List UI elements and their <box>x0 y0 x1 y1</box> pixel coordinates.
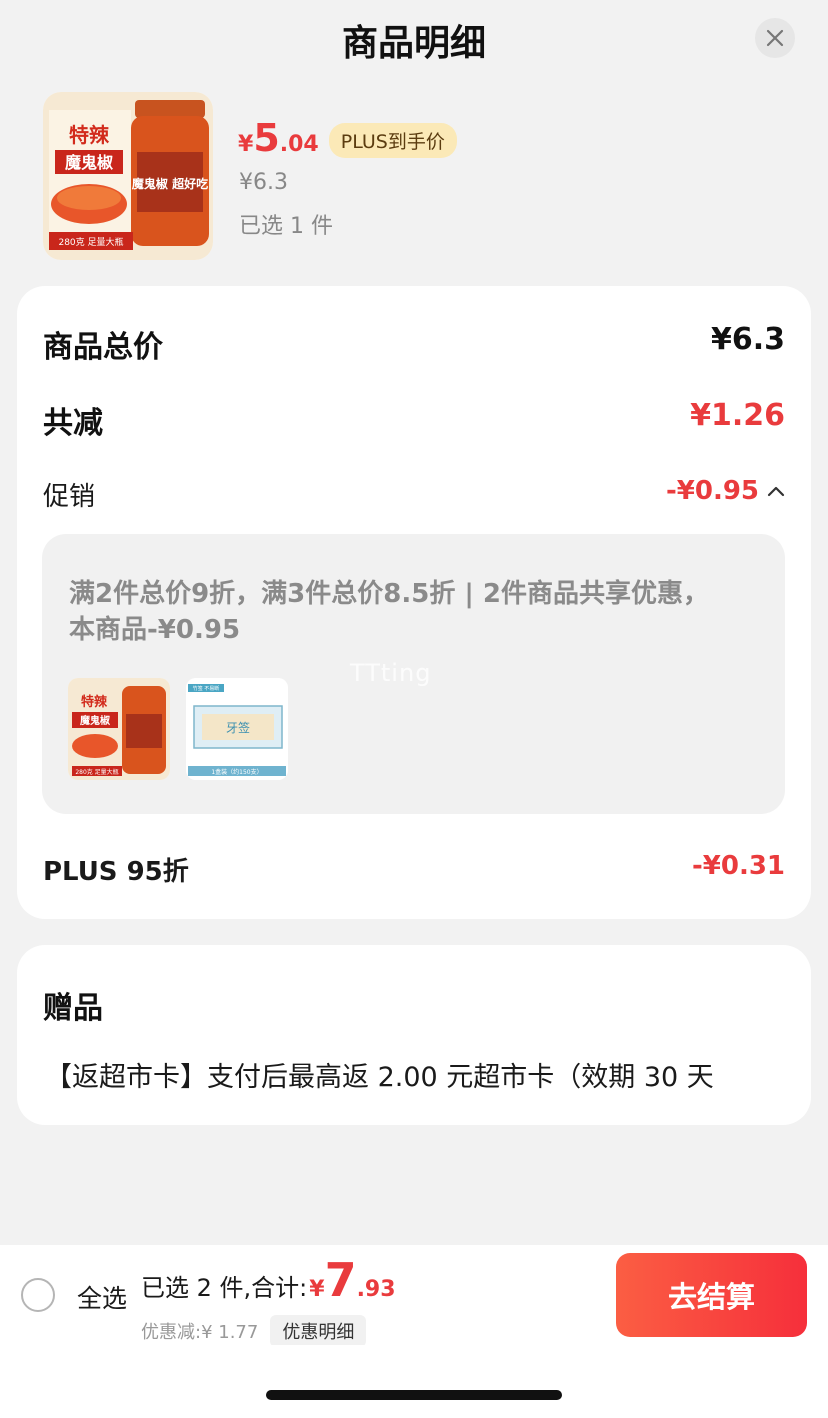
promo-item-toothpicks[interactable]: 竹签 不易断 牙签 1盒装（约150支） <box>186 678 288 780</box>
checkout-button[interactable]: 去结算 <box>616 1253 807 1337</box>
price-integer: 5 <box>253 116 280 160</box>
product-image: 特辣 魔鬼椒 魔鬼椒 超好吃 280克 足量大瓶 <box>43 92 213 260</box>
total-price-label: 商品总价 <box>43 330 163 365</box>
gift-title: 赠品 <box>43 991 103 1026</box>
total-price-value: ¥6.3 <box>710 322 785 357</box>
promo-value: -¥0.95 <box>665 476 759 506</box>
price-breakdown-card: 商品总价 ¥6.3 共减 ¥1.26 促销 -¥0.95 满2件总价9折，满3件… <box>17 286 811 919</box>
home-indicator[interactable] <box>266 1390 562 1400</box>
promo-item-caption: 280克 足量大瓶 <box>75 768 118 776</box>
promo-item-subtitle: 魔鬼椒 <box>80 714 111 727</box>
price-symbol: ¥ <box>238 132 254 157</box>
product-image-jar-label: 魔鬼椒 超好吃 <box>132 176 208 191</box>
product-image-caption: 280克 足量大瓶 <box>58 236 123 248</box>
promo-label: 促销 <box>43 482 96 512</box>
close-button[interactable] <box>755 18 795 58</box>
product-image-subtitle: 魔鬼椒 <box>65 153 113 172</box>
checkout-bar: 全选 已选 2 件,合计: ¥ 7 .93 优惠减:¥ 1.77 优惠明细 去结… <box>0 1245 828 1347</box>
selected-total: 已选 2 件,合计: ¥ 7 .93 <box>141 1253 396 1307</box>
promo-description: 满2件总价9折，满3件总价8.5折 | 2件商品共享优惠，本商品-¥0.95 <box>69 579 710 645</box>
home-indicator-area <box>0 1345 828 1418</box>
total-reduce-label: 共减 <box>43 406 103 441</box>
plus-price-tag: PLUS到手价 <box>328 122 457 158</box>
gift-description: 【返超市卡】支付后最高返 2.00 元超市卡（效期 30 天 <box>45 1062 714 1093</box>
promo-item-tag: 竹签 不易断 <box>193 685 220 692</box>
promo-item-label: 牙签 <box>226 720 250 735</box>
select-all-checkbox[interactable] <box>21 1278 55 1312</box>
discount-line: 优惠减:¥ 1.77 优惠明细 <box>141 1315 367 1347</box>
page-title: 商品明细 <box>341 23 486 64</box>
plus-price: ¥ 5 .04 PLUS到手价 <box>238 116 457 164</box>
selected-count: 已选 1 件 <box>239 214 333 239</box>
total-symbol: ¥ <box>309 1277 325 1302</box>
total-integer: 7 <box>324 1253 357 1307</box>
header: 商品明细 <box>0 0 828 80</box>
close-icon <box>766 29 784 47</box>
plus-discount-value: -¥0.31 <box>691 851 785 881</box>
watermark: TTting <box>350 659 432 687</box>
original-price: ¥6.3 <box>239 170 288 195</box>
total-decimal: .93 <box>356 1277 396 1302</box>
plus-discount-label: PLUS 95折 <box>43 857 189 887</box>
chevron-up-icon <box>767 486 785 497</box>
product-image-title: 特辣 <box>69 123 110 147</box>
promo-item-chili-sauce[interactable]: 特辣 魔鬼椒 280克 足量大瓶 <box>68 678 170 780</box>
promo-item-caption: 1盒装（约150支） <box>211 768 262 776</box>
select-all-label[interactable]: 全选 <box>77 1279 127 1315</box>
discount-amount: 优惠减:¥ 1.77 <box>141 1322 259 1343</box>
selected-total-label: 已选 2 件,合计: <box>141 1274 308 1302</box>
price-decimal: .04 <box>279 132 319 157</box>
promo-detail-box: 满2件总价9折，满3件总价8.5折 | 2件商品共享优惠，本商品-¥0.95 T… <box>42 534 785 814</box>
promo-item-title: 特辣 <box>81 694 108 710</box>
total-reduce-value: ¥1.26 <box>690 398 785 433</box>
discount-detail-button[interactable]: 优惠明细 <box>270 1315 367 1347</box>
gift-card: 赠品 【返超市卡】支付后最高返 2.00 元超市卡（效期 30 天 <box>17 945 811 1125</box>
promo-toggle[interactable]: -¥0.95 <box>666 476 785 506</box>
